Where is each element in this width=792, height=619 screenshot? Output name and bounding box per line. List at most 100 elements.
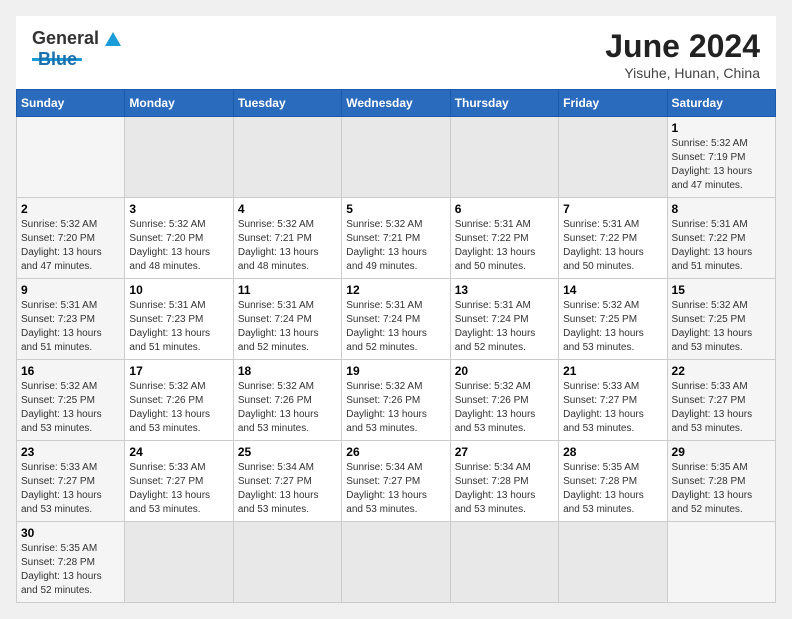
col-tuesday: Tuesday [233,90,341,117]
day-info: Sunrise: 5:34 AM Sunset: 7:28 PM Dayligh… [455,461,554,517]
day-info: Sunrise: 5:31 AM Sunset: 7:24 PM Dayligh… [346,299,445,355]
calendar-cell: 21Sunrise: 5:33 AM Sunset: 7:27 PM Dayli… [559,360,667,441]
day-number: 27 [455,445,554,459]
calendar-cell: 27 Sunrise: 5:34 AM Sunset: 7:28 PM Dayli… [450,441,558,522]
calendar-cell: 28Sunrise: 5:35 AM Sunset: 7:28 PM Dayli… [559,441,667,522]
logo-text-blue: Blue [38,49,77,70]
calendar-cell: 16Sunrise: 5:32 AM Sunset: 7:25 PM Dayli… [17,360,125,441]
day-number: 29 [672,445,771,459]
calendar-cell: 18 Sunrise: 5:32 AM Sunset: 7:26 PM Dayli… [233,360,341,441]
day-info: Sunrise: 5:32 AM Sunset: 7:19 PM Dayligh… [672,137,771,193]
day-info: Sunrise: 5:32 AM Sunset: 7:26 PM Dayligh… [129,380,228,436]
day-number: 14 [563,283,662,297]
calendar-cell: 23 Sunrise: 5:33 AM Sunset: 7:27 PM Dayli… [17,441,125,522]
day-number: 10 [129,283,228,297]
calendar-cell: 10 Sunrise: 5:31 AM Sunset: 7:23 PM Dayli… [125,279,233,360]
day-number: 13 [455,283,554,297]
logo-text-general: General [32,28,99,49]
day-number: 23 [21,445,120,459]
calendar-cell: 9 Sunrise: 5:31 AM Sunset: 7:23 PM Daylig… [17,279,125,360]
day-info: Sunrise: 5:32 AM Sunset: 7:25 PM Dayligh… [672,299,771,355]
day-number: 4 [238,202,337,216]
calendar-cell: 3 Sunrise: 5:32 AM Sunset: 7:20 PM Daylig… [125,198,233,279]
day-info: Sunrise: 5:31 AM Sunset: 7:23 PM Dayligh… [129,299,228,355]
calendar-cell [450,117,558,198]
col-wednesday: Wednesday [342,90,450,117]
calendar-cell [125,522,233,603]
calendar-cell: 22Sunrise: 5:33 AM Sunset: 7:27 PM Dayli… [667,360,775,441]
day-number: 5 [346,202,445,216]
day-number: 2 [21,202,120,216]
day-info: Sunrise: 5:31 AM Sunset: 7:24 PM Dayligh… [238,299,337,355]
calendar-cell: 6Sunrise: 5:31 AM Sunset: 7:22 PM Daylig… [450,198,558,279]
day-info: Sunrise: 5:32 AM Sunset: 7:26 PM Dayligh… [455,380,554,436]
day-info: Sunrise: 5:31 AM Sunset: 7:24 PM Dayligh… [455,299,554,355]
calendar-cell: 29 Sunrise: 5:35 AM Sunset: 7:28 PM Dayli… [667,441,775,522]
day-info: Sunrise: 5:35 AM Sunset: 7:28 PM Dayligh… [21,542,120,598]
calendar-cell: 8 Sunrise: 5:31 AM Sunset: 7:22 PM Daylig… [667,198,775,279]
day-info: Sunrise: 5:34 AM Sunset: 7:27 PM Dayligh… [238,461,337,517]
calendar-cell [342,117,450,198]
calendar-page: General Blue June 2024 Yisuhe, Hunan, Ch… [16,16,776,603]
week-row-3: 9 Sunrise: 5:31 AM Sunset: 7:23 PM Daylig… [17,279,776,360]
day-number: 17 [129,364,228,378]
day-info: Sunrise: 5:31 AM Sunset: 7:23 PM Dayligh… [21,299,120,355]
day-info: Sunrise: 5:35 AM Sunset: 7:28 PM Dayligh… [672,461,771,517]
day-info: Sunrise: 5:32 AM Sunset: 7:21 PM Dayligh… [238,218,337,274]
day-number: 18 [238,364,337,378]
calendar-cell: 25 Sunrise: 5:34 AM Sunset: 7:27 PM Dayli… [233,441,341,522]
day-number: 28 [563,445,662,459]
day-number: 20 [455,364,554,378]
day-number: 19 [346,364,445,378]
day-info: Sunrise: 5:33 AM Sunset: 7:27 PM Dayligh… [129,461,228,517]
calendar-cell: 7 Sunrise: 5:31 AM Sunset: 7:22 PM Daylig… [559,198,667,279]
day-number: 8 [672,202,771,216]
day-info: Sunrise: 5:31 AM Sunset: 7:22 PM Dayligh… [455,218,554,274]
calendar-cell [450,522,558,603]
calendar-cell: 26Sunrise: 5:34 AM Sunset: 7:27 PM Dayli… [342,441,450,522]
day-info: Sunrise: 5:32 AM Sunset: 7:20 PM Dayligh… [129,218,228,274]
calendar-cell [342,522,450,603]
calendar-cell: 1 Sunrise: 5:32 AM Sunset: 7:19 PM Daylig… [667,117,775,198]
calendar-table: Sunday Monday Tuesday Wednesday Thursday… [16,89,776,603]
calendar-cell: 30 Sunrise: 5:35 AM Sunset: 7:28 PM Dayli… [17,522,125,603]
calendar-cell: 19 Sunrise: 5:32 AM Sunset: 7:26 PM Dayli… [342,360,450,441]
calendar-cell: 5 Sunrise: 5:32 AM Sunset: 7:21 PM Daylig… [342,198,450,279]
day-info: Sunrise: 5:33 AM Sunset: 7:27 PM Dayligh… [21,461,120,517]
header-row: Sunday Monday Tuesday Wednesday Thursday… [17,90,776,117]
day-number: 25 [238,445,337,459]
calendar-cell: 24Sunrise: 5:33 AM Sunset: 7:27 PM Dayli… [125,441,233,522]
calendar-cell [125,117,233,198]
calendar-cell: 12Sunrise: 5:31 AM Sunset: 7:24 PM Dayli… [342,279,450,360]
week-row-6: 30 Sunrise: 5:35 AM Sunset: 7:28 PM Dayli… [17,522,776,603]
day-number: 9 [21,283,120,297]
location: Yisuhe, Hunan, China [605,65,760,81]
day-number: 1 [672,121,771,135]
month-title: June 2024 [605,28,760,65]
calendar-cell: 20 Sunrise: 5:32 AM Sunset: 7:26 PM Dayli… [450,360,558,441]
day-number: 30 [21,526,120,540]
day-info: Sunrise: 5:31 AM Sunset: 7:22 PM Dayligh… [672,218,771,274]
calendar-cell [233,522,341,603]
day-info: Sunrise: 5:32 AM Sunset: 7:20 PM Dayligh… [21,218,120,274]
day-info: Sunrise: 5:32 AM Sunset: 7:21 PM Dayligh… [346,218,445,274]
day-number: 3 [129,202,228,216]
day-info: Sunrise: 5:33 AM Sunset: 7:27 PM Dayligh… [563,380,662,436]
calendar-cell [17,117,125,198]
day-info: Sunrise: 5:32 AM Sunset: 7:26 PM Dayligh… [238,380,337,436]
day-info: Sunrise: 5:31 AM Sunset: 7:22 PM Dayligh… [563,218,662,274]
day-info: Sunrise: 5:32 AM Sunset: 7:26 PM Dayligh… [346,380,445,436]
calendar-cell: 4 Sunrise: 5:32 AM Sunset: 7:21 PM Daylig… [233,198,341,279]
day-info: Sunrise: 5:32 AM Sunset: 7:25 PM Dayligh… [563,299,662,355]
day-number: 7 [563,202,662,216]
day-number: 15 [672,283,771,297]
col-monday: Monday [125,90,233,117]
header: General Blue June 2024 Yisuhe, Hunan, Ch… [16,16,776,89]
col-sunday: Sunday [17,90,125,117]
calendar-cell: 14 Sunrise: 5:32 AM Sunset: 7:25 PM Dayli… [559,279,667,360]
col-saturday: Saturday [667,90,775,117]
day-number: 22 [672,364,771,378]
col-friday: Friday [559,90,667,117]
day-info: Sunrise: 5:34 AM Sunset: 7:27 PM Dayligh… [346,461,445,517]
week-row-2: 2 Sunrise: 5:32 AM Sunset: 7:20 PM Daylig… [17,198,776,279]
